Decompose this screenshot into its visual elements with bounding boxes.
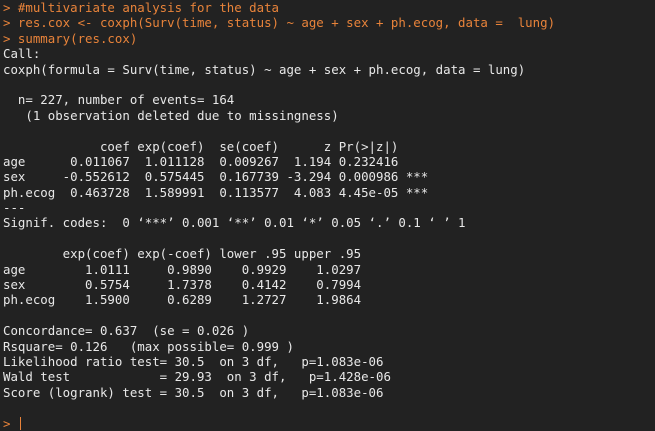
output-line: Call: <box>3 46 41 62</box>
console-output: Call: coxph(formula = Surv(time, status)… <box>3 46 655 415</box>
output-line: Signif. codes: 0 ‘***’ 0.001 ‘**’ 0.01 ‘… <box>3 215 466 231</box>
output-line: age 0.011067 1.011128 0.009267 1.194 0.2… <box>3 153 429 169</box>
output-line: --- <box>3 200 26 216</box>
text-cursor <box>19 416 21 430</box>
output-line: n= 227, number of events= 164 <box>3 92 242 108</box>
output-line: coef exp(coef) se(coef) z Pr(>|z|) <box>3 138 429 154</box>
output-line: Concordance= 0.637 (se = 0.026 ) <box>3 323 250 339</box>
command-line-1: > #multivariate analysis for the data <box>3 0 280 15</box>
output-line: exp(coef) exp(-coef) lower .95 upper .95 <box>3 246 362 262</box>
output-line: Score (logrank) test = 30.5 on 3 df, p=1… <box>3 384 384 400</box>
output-line: Likelihood ratio test= 30.5 on 3 df, p=1… <box>3 353 384 369</box>
command-history: > #multivariate analysis for the data > … <box>3 0 655 46</box>
output-line: Wald test = 29.93 on 3 df, p=1.428e-06 <box>3 369 391 385</box>
output-line: (1 observation deleted due to missingnes… <box>3 107 339 123</box>
output-line: ph.ecog 1.5900 0.6289 1.2727 1.9864 <box>3 292 362 308</box>
command-line-2: > res.cox <- coxph(Surv(time, status) ~ … <box>3 15 556 31</box>
console-prompt: > <box>3 415 18 431</box>
output-line: age 1.0111 0.9890 0.9929 1.0297 <box>3 261 362 277</box>
command-line-3: > summary(res.cox) <box>3 30 138 46</box>
output-line: sex 0.5754 1.7378 0.4142 0.7994 <box>3 277 362 293</box>
output-line: coxph(formula = Surv(time, status) ~ age… <box>3 61 526 77</box>
output-line: sex -0.552612 0.575445 0.167739 -3.294 0… <box>3 169 429 185</box>
output-line: ph.ecog 0.463728 1.589991 0.113577 4.083… <box>3 184 429 200</box>
console-input-line[interactable]: > <box>3 416 655 431</box>
output-line: Rsquare= 0.126 (max possible= 0.999 ) <box>3 338 294 354</box>
r-console[interactable]: > #multivariate analysis for the data > … <box>0 0 655 431</box>
